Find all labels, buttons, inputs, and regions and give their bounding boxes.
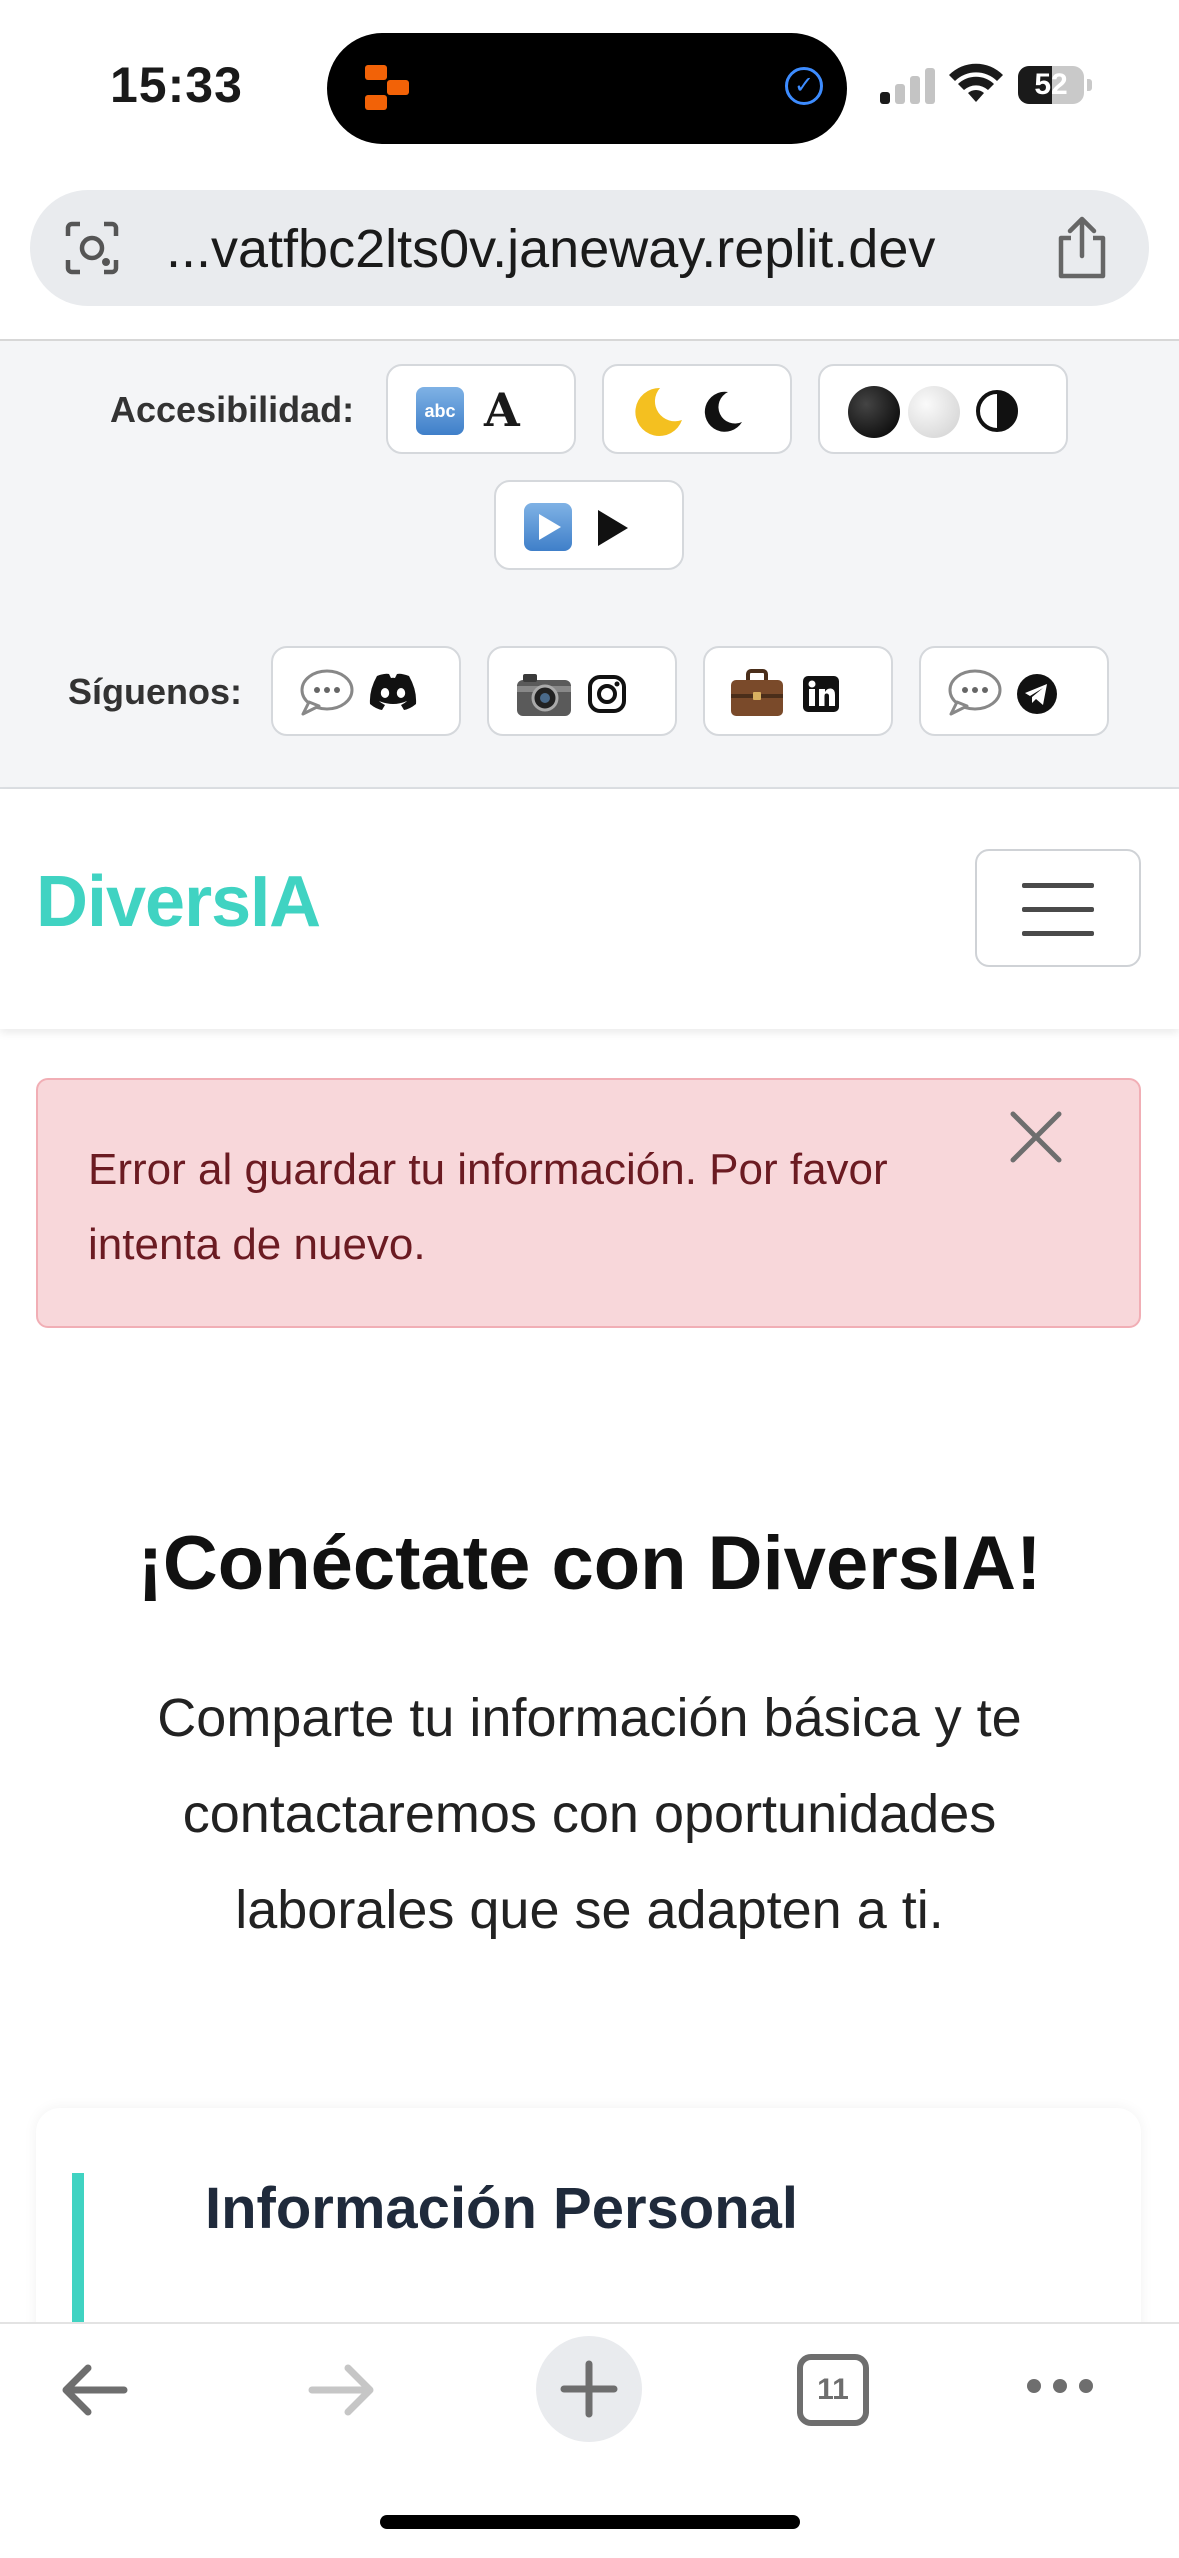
share-icon[interactable] xyxy=(1053,216,1111,280)
new-tab-button[interactable] xyxy=(536,2336,642,2442)
telegram-button[interactable] xyxy=(919,646,1109,736)
url-text: ...vatfbc2lts0v.janeway.replit.dev xyxy=(166,219,936,279)
discord-button[interactable] xyxy=(271,646,461,736)
site-navbar: DiversIA xyxy=(0,789,1179,1029)
briefcase-icon xyxy=(731,669,783,716)
wifi-icon xyxy=(949,63,1003,102)
instagram-button[interactable] xyxy=(487,646,677,736)
speech-bubble-icon xyxy=(300,669,354,716)
black-circle-icon xyxy=(848,386,900,438)
status-bar: 15:33 ✓ 52 xyxy=(0,0,1179,170)
error-alert: Error al guardar tu información. Por fav… xyxy=(36,1078,1141,1328)
camera-emoji-icon xyxy=(517,674,571,716)
crescent-moon-icon xyxy=(635,387,682,436)
more-options-icon[interactable] xyxy=(1024,2372,1096,2400)
forward-arrow-icon[interactable] xyxy=(306,2360,378,2420)
linkedin-icon xyxy=(803,676,839,712)
address-bar[interactable]: ...vatfbc2lts0v.janeway.replit.dev xyxy=(30,190,1149,306)
telegram-icon xyxy=(1017,674,1057,714)
close-icon[interactable] xyxy=(1007,1108,1065,1166)
text-size-icon: A xyxy=(484,383,520,437)
section-title: Información Personal xyxy=(205,2176,799,2241)
linkedin-button[interactable] xyxy=(703,646,893,736)
accessibility-label: Accesibilidad: xyxy=(110,389,355,430)
plus-icon xyxy=(560,2360,618,2418)
speech-bubble-icon xyxy=(948,669,1002,716)
text-size-button[interactable]: abc A xyxy=(386,364,576,454)
abc-icon: abc xyxy=(416,387,464,435)
page-title: ¡Conéctate con DiversIA! xyxy=(137,1521,1042,1606)
dynamic-island: ✓ xyxy=(327,33,847,144)
dark-mode-button[interactable] xyxy=(602,364,792,454)
tab-switcher-button[interactable]: 11 xyxy=(797,2354,869,2426)
back-arrow-icon[interactable] xyxy=(58,2360,130,2420)
brand-logo[interactable]: DiversIA xyxy=(36,861,321,943)
discord-icon xyxy=(369,673,417,710)
status-time: 15:33 xyxy=(110,57,243,113)
battery-percentage: 52 xyxy=(1034,68,1068,101)
accessibility-toolbar: Accesibilidad: abc A Síguenos: xyxy=(0,341,1179,789)
menu-toggle-button[interactable] xyxy=(975,849,1141,967)
follow-us-label: Síguenos: xyxy=(68,671,243,712)
instagram-icon xyxy=(588,675,626,713)
dark-mode-icon xyxy=(704,391,742,432)
play-button-emoji-icon xyxy=(524,503,572,551)
read-aloud-button[interactable] xyxy=(494,480,684,570)
play-icon xyxy=(598,510,628,546)
contrast-icon xyxy=(976,390,1018,432)
hamburger-icon xyxy=(1022,883,1094,888)
cellular-signal-icon xyxy=(880,66,936,104)
white-circle-icon xyxy=(908,386,960,438)
replit-icon xyxy=(365,65,409,111)
page-description: Comparte tu información básica y te cont… xyxy=(157,1688,1022,1940)
alert-message: Error al guardar tu información. Por fav… xyxy=(88,1145,888,1269)
site-settings-icon[interactable] xyxy=(64,220,120,276)
home-indicator xyxy=(380,2515,800,2529)
contrast-button[interactable] xyxy=(818,364,1068,454)
battery-icon: 52 xyxy=(1018,66,1092,104)
check-icon: ✓ xyxy=(785,67,823,105)
